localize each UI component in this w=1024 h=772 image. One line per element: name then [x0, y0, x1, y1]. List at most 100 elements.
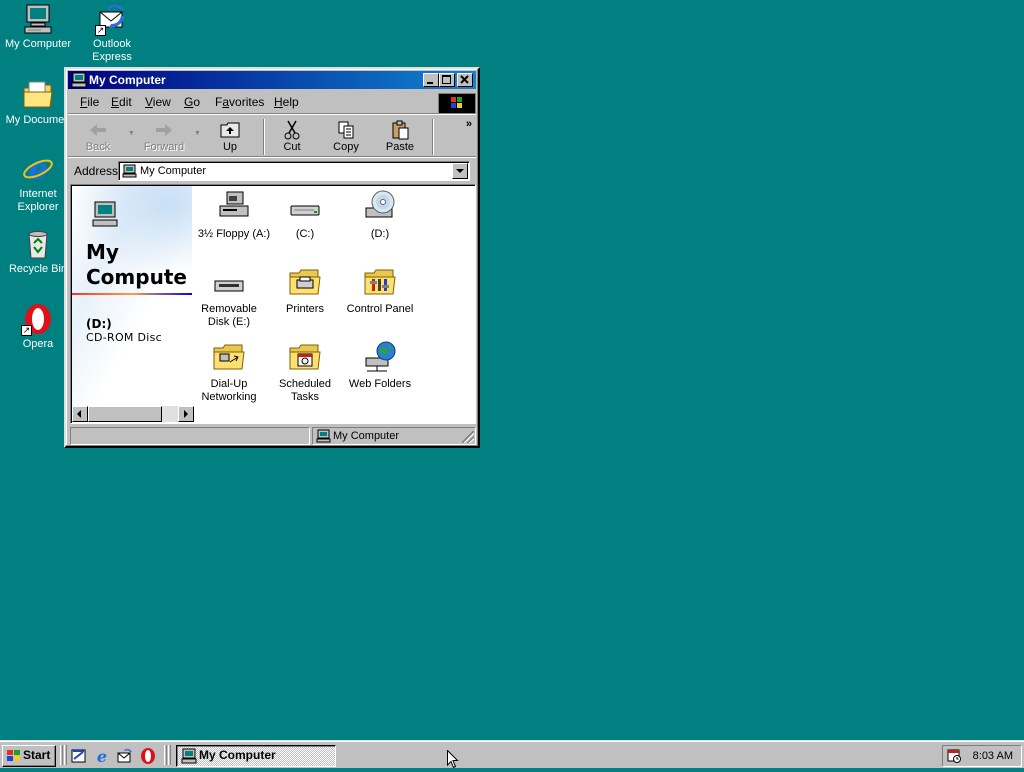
address-dropdown-button[interactable]: [452, 163, 468, 179]
selected-item-name: (D:): [86, 317, 112, 331]
my-computer-icon: [316, 429, 331, 448]
item-label: (D:): [370, 228, 390, 240]
forward-button[interactable]: Forward: [138, 118, 190, 156]
item-label: Control Panel: [346, 303, 414, 315]
item-printers[interactable]: Printers: [265, 265, 345, 316]
minimize-button[interactable]: [423, 73, 439, 87]
item-label: Printers: [286, 303, 324, 315]
task-area-grip[interactable]: [168, 745, 171, 765]
back-dropdown-icon[interactable]: ▼: [128, 130, 135, 137]
menu-favorites[interactable]: Favorites: [215, 95, 264, 109]
copy-button[interactable]: Copy: [320, 118, 372, 156]
item-drive-d[interactable]: (D:): [340, 190, 420, 241]
scroll-left-button[interactable]: [72, 406, 88, 422]
toolbar-more-chevron-icon[interactable]: »: [466, 118, 472, 130]
web-view-info-pane: My Compute (D:) CD-ROM Disc: [72, 186, 192, 409]
up-folder-icon: [219, 120, 241, 140]
resize-grip[interactable]: [462, 431, 474, 443]
internet-explorer-icon[interactable]: e: [93, 747, 111, 766]
item-drive-c[interactable]: (C:): [265, 190, 345, 241]
back-arrow-icon: [87, 120, 109, 140]
windows-flag-icon: [451, 97, 462, 108]
item-label: 3½ Floppy (A:): [197, 228, 271, 240]
desktop-icon-my-computer[interactable]: My Computer: [0, 2, 76, 51]
folder-view[interactable]: My Compute (D:) CD-ROM Disc 3½ Floppy (A…: [70, 184, 476, 424]
forward-dropdown-icon[interactable]: ▼: [194, 130, 201, 137]
outlook-express-icon[interactable]: [116, 747, 134, 765]
show-desktop-icon[interactable]: [70, 747, 88, 765]
menu-help[interactable]: Help: [274, 95, 299, 109]
my-computer-window[interactable]: My Computer File Edit View Go Favorites …: [64, 67, 480, 448]
removable-disk-icon: [212, 265, 246, 299]
desktop-icon-outlook-express[interactable]: ↗ Outlook Express: [74, 2, 150, 64]
address-label: Address: [74, 164, 119, 178]
menu-edit[interactable]: Edit: [111, 95, 132, 109]
windows-flag-icon: [6, 749, 21, 763]
toolbar-separator: [432, 119, 434, 155]
selected-item-type: CD-ROM Disc: [86, 331, 163, 344]
my-computer-icon: [90, 200, 120, 230]
item-label: Web Folders: [348, 378, 412, 390]
address-bar: Address My Computer: [70, 159, 476, 183]
cut-label: Cut: [283, 141, 301, 153]
menu-view[interactable]: View: [145, 95, 171, 109]
menu-bar: File Edit View Go Favorites Help: [70, 92, 476, 114]
menu-file[interactable]: File: [80, 95, 99, 109]
cut-button[interactable]: Cut: [266, 118, 318, 156]
clock[interactable]: 8:03 AM: [973, 750, 1013, 762]
info-pane-title: My Compute: [86, 240, 187, 289]
mouse-pointer-icon: [447, 749, 459, 769]
status-pane-zone: My Computer: [312, 427, 476, 445]
maximize-button[interactable]: [439, 73, 455, 87]
item-scheduled-tasks[interactable]: Scheduled Tasks: [265, 340, 345, 404]
item-floppy-a[interactable]: 3½ Floppy (A:): [194, 190, 274, 241]
recycle-bin-icon: [21, 227, 55, 261]
item-web-folders[interactable]: Web Folders: [340, 340, 420, 391]
menu-go[interactable]: Go: [184, 95, 200, 109]
maximize-icon: [442, 75, 451, 84]
item-dial-up-networking[interactable]: Dial-Up Networking: [189, 340, 269, 404]
item-removable-disk-e[interactable]: Removable Disk (E:): [189, 265, 269, 329]
paste-label: Paste: [385, 141, 415, 153]
window-title: My Computer: [89, 73, 166, 87]
menu-accelerator: V: [145, 95, 153, 109]
task-label: My Computer: [199, 748, 276, 762]
address-input[interactable]: My Computer: [118, 161, 470, 181]
close-button[interactable]: [457, 73, 473, 87]
minimize-icon: [427, 82, 433, 84]
toolbar-separator-line: [68, 156, 476, 158]
paste-button[interactable]: Paste: [374, 118, 426, 156]
floppy-drive-icon: [217, 190, 251, 224]
up-label: Up: [222, 141, 238, 153]
desktop-icon-label: Outlook Express: [92, 38, 132, 63]
up-button[interactable]: Up: [204, 118, 256, 156]
scroll-thumb[interactable]: [88, 406, 162, 422]
start-button[interactable]: Start: [2, 745, 56, 767]
standard-toolbar: Back ▼ Forward ▼ Up Cut Copy Paste »: [70, 116, 476, 156]
web-folders-icon: [363, 340, 397, 374]
taskbar-divider: [164, 745, 167, 765]
scheduled-tasks-icon: [288, 340, 322, 374]
item-label: Scheduled Tasks: [279, 378, 331, 403]
dial-up-networking-icon: [212, 340, 246, 374]
info-pane-divider: [72, 293, 192, 295]
task-scheduler-tray-icon[interactable]: [946, 748, 962, 764]
title-bar[interactable]: My Computer: [68, 71, 476, 89]
menu-accelerator: G: [184, 95, 194, 109]
back-button[interactable]: Back: [72, 118, 124, 156]
scroll-right-button[interactable]: [178, 406, 194, 422]
copy-label: Copy: [333, 141, 359, 153]
opera-icon[interactable]: [139, 747, 157, 765]
taskbar-button-my-computer[interactable]: My Computer: [176, 745, 336, 767]
cd-drive-icon: [363, 190, 397, 224]
svg-text:e: e: [28, 152, 47, 186]
my-computer-icon: [181, 748, 197, 764]
start-label: Start: [23, 748, 51, 762]
item-control-panel[interactable]: Control Panel: [340, 265, 420, 316]
status-bar: My Computer: [70, 427, 476, 445]
menu-accelerator: a: [222, 95, 230, 109]
my-computer-icon: [122, 164, 137, 178]
control-panel-icon: [363, 265, 397, 299]
quick-launch-grip[interactable]: [64, 745, 67, 765]
horizontal-scrollbar[interactable]: [72, 406, 194, 422]
